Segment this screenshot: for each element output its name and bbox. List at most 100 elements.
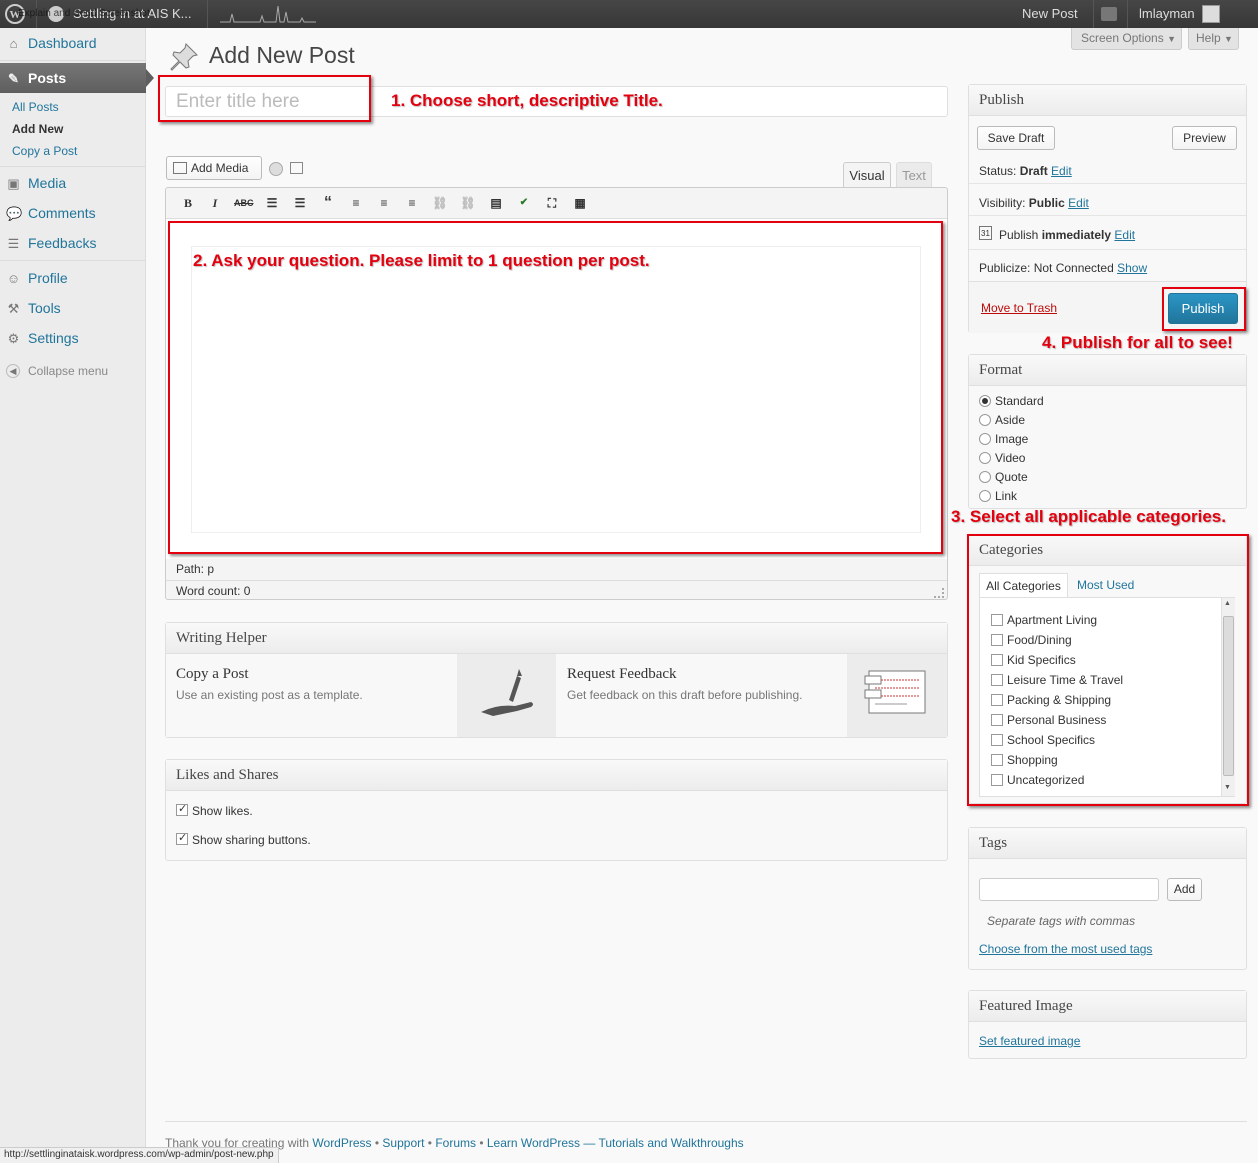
align-center-button[interactable]: ≡ bbox=[375, 194, 393, 212]
avatar[interactable] bbox=[1202, 0, 1220, 28]
tag-input[interactable] bbox=[979, 878, 1159, 901]
tab-visual[interactable]: Visual bbox=[843, 162, 891, 187]
copy-post-hand-icon[interactable] bbox=[457, 654, 556, 737]
submenu-all-posts[interactable]: All Posts bbox=[12, 100, 59, 114]
spellcheck-button[interactable]: ✔ bbox=[515, 194, 533, 212]
pushpin-icon bbox=[168, 41, 200, 73]
menu-label: Feedbacks bbox=[28, 235, 97, 251]
menu-dashboard[interactable]: ⌂ Dashboard bbox=[0, 28, 146, 58]
numbered-list-button[interactable]: ☰ bbox=[291, 194, 309, 212]
menu-label: Posts bbox=[28, 70, 67, 86]
show-sharing-label: Show sharing buttons. bbox=[192, 833, 311, 847]
featured-image-title: Featured Image bbox=[969, 991, 1246, 1022]
visibility-edit-link[interactable]: Edit bbox=[1068, 196, 1089, 210]
status-row: Status: Draft Edit bbox=[979, 164, 1072, 178]
annotation-note-4: 4. Publish for all to see! bbox=[1042, 333, 1233, 352]
format-link-radio[interactable] bbox=[979, 490, 991, 502]
align-left-button[interactable]: ≡ bbox=[347, 194, 365, 212]
publish-time-edit-link[interactable]: Edit bbox=[1114, 228, 1135, 242]
menu-label: Settings bbox=[28, 330, 79, 346]
likes-shares-box: Likes and Shares Show likes. Show sharin… bbox=[165, 759, 948, 861]
word-count: Word count: 0 bbox=[176, 584, 251, 598]
show-sharing-checkbox[interactable] bbox=[176, 831, 188, 845]
add-tag-button[interactable]: Add bbox=[1167, 878, 1202, 901]
choose-tags-link[interactable]: Choose from the most used tags bbox=[979, 942, 1152, 956]
show-likes-label: Show likes. bbox=[192, 804, 253, 818]
publicize-show-link[interactable]: Show bbox=[1117, 261, 1147, 275]
set-featured-image-link[interactable]: Set featured image bbox=[979, 1034, 1080, 1048]
format-standard-radio[interactable] bbox=[979, 395, 991, 407]
tags-title: Tags bbox=[969, 828, 1246, 859]
home-icon: ⌂ bbox=[9, 36, 18, 51]
collapse-label: Collapse menu bbox=[28, 364, 109, 378]
menu-tools[interactable]: ⚒ Tools bbox=[0, 293, 146, 323]
tags-box: Tags Add Separate tags with commas Choos… bbox=[968, 827, 1247, 970]
editor-path: Path: p bbox=[176, 562, 215, 576]
feedback-icon: ☰ bbox=[7, 236, 20, 251]
bold-button[interactable]: B bbox=[179, 194, 197, 212]
tags-hint: Separate tags with commas bbox=[987, 914, 1136, 928]
copy-post-card[interactable]: Copy a Post Use an existing post as a te… bbox=[166, 654, 457, 737]
comment-icon: 💬 bbox=[6, 206, 23, 221]
new-post-link[interactable]: New Post bbox=[1022, 0, 1078, 28]
fullscreen-button[interactable]: ⛶ bbox=[543, 194, 561, 212]
format-image-radio[interactable] bbox=[979, 433, 991, 445]
menu-label: Dashboard bbox=[28, 35, 97, 51]
menu-label: Comments bbox=[28, 205, 96, 221]
move-to-trash-link[interactable]: Move to Trash bbox=[981, 301, 1057, 315]
footer-support-link[interactable]: Support bbox=[382, 1136, 424, 1150]
request-feedback-title: Request Feedback bbox=[567, 666, 677, 682]
collapse-menu[interactable]: ◀ Collapse menu bbox=[0, 356, 146, 386]
show-likes-checkbox[interactable] bbox=[176, 802, 188, 816]
writing-helper-title: Writing Helper bbox=[166, 623, 947, 654]
help-tab[interactable]: Help ▼ bbox=[1188, 28, 1239, 50]
likes-shares-title: Likes and Shares bbox=[166, 760, 947, 791]
format-quote-radio[interactable] bbox=[979, 471, 991, 483]
preview-button[interactable]: Preview bbox=[1172, 126, 1237, 150]
admin-sidebar: ⌂ Dashboard ✎ Posts All Posts Add New Co… bbox=[0, 28, 154, 1163]
align-right-button[interactable]: ≡ bbox=[403, 194, 421, 212]
menu-label: Tools bbox=[28, 300, 61, 316]
submenu-add-new[interactable]: Add New bbox=[12, 122, 63, 136]
link-button[interactable]: ⛓ bbox=[431, 194, 449, 212]
notifications-icon[interactable] bbox=[1101, 0, 1119, 28]
resize-handle-icon[interactable] bbox=[934, 588, 944, 598]
footer-forums-link[interactable]: Forums bbox=[435, 1136, 476, 1150]
menu-comments[interactable]: 💬 Comments bbox=[0, 198, 146, 228]
tab-text[interactable]: Text bbox=[896, 162, 932, 187]
footer-wordpress-link[interactable]: WordPress bbox=[312, 1136, 371, 1150]
publicize-row: Publicize: Not Connected Show bbox=[979, 261, 1148, 275]
poll-icon[interactable] bbox=[269, 162, 283, 176]
annotation-box-publish bbox=[1162, 287, 1246, 331]
menu-profile[interactable]: ☺ Profile bbox=[0, 263, 146, 293]
form-icon[interactable] bbox=[290, 162, 303, 174]
format-aside-radio[interactable] bbox=[979, 414, 991, 426]
status-edit-link[interactable]: Edit bbox=[1051, 164, 1072, 178]
request-feedback-card[interactable]: Request Feedback Get feedback on this dr… bbox=[556, 654, 847, 737]
submenu-copy-post[interactable]: Copy a Post bbox=[12, 144, 77, 158]
menu-settings[interactable]: ⚙ Settings bbox=[0, 323, 146, 353]
stats-sparkline[interactable] bbox=[220, 0, 316, 28]
menu-media[interactable]: ▣ Media bbox=[0, 168, 146, 198]
more-tag-button[interactable]: ▤ bbox=[487, 194, 505, 212]
user-name[interactable]: lmlayman bbox=[1139, 0, 1195, 28]
menu-feedbacks[interactable]: ☰ Feedbacks bbox=[0, 228, 146, 258]
blockquote-button[interactable]: “ bbox=[319, 194, 337, 212]
bullet-list-button[interactable]: ☰ bbox=[263, 194, 281, 212]
annotation-box-categories bbox=[967, 534, 1249, 806]
collapse-arrow-icon: ◀ bbox=[6, 364, 20, 378]
publish-title: Publish bbox=[969, 85, 1246, 116]
unlink-button[interactable]: ⛓ bbox=[459, 194, 477, 212]
add-media-button[interactable]: Add Media bbox=[166, 156, 262, 180]
menu-posts[interactable]: ✎ Posts bbox=[0, 63, 146, 93]
strikethrough-button[interactable]: ABC bbox=[234, 194, 254, 212]
format-standard-label: Standard bbox=[995, 394, 1044, 408]
kitchen-sink-button[interactable]: ▦ bbox=[571, 194, 589, 212]
feedback-doc-icon[interactable] bbox=[847, 654, 947, 737]
footer-learn-link[interactable]: Learn WordPress — Tutorials and Walkthro… bbox=[487, 1136, 744, 1150]
users-icon: ☺ bbox=[6, 271, 21, 286]
italic-button[interactable]: I bbox=[206, 194, 224, 212]
format-video-radio[interactable] bbox=[979, 452, 991, 464]
screen-options-tab[interactable]: Screen Options ▼ bbox=[1071, 28, 1182, 50]
save-draft-button[interactable]: Save Draft bbox=[977, 126, 1055, 150]
